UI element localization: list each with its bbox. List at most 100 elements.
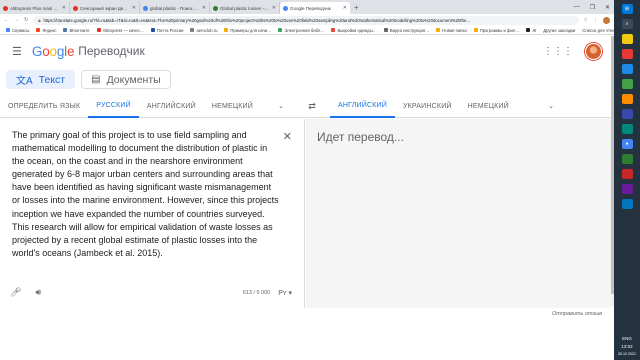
bookmark-folder[interactable]: Другие закладки [543,28,575,33]
back-icon[interactable]: ← [4,17,9,23]
app-icon-5[interactable] [621,109,633,119]
tab-close-icon[interactable]: ✕ [132,5,136,11]
app-icon-7[interactable] [621,154,633,164]
app-icon-3[interactable] [621,79,633,89]
clear-text-icon[interactable]: ✕ [283,130,292,143]
source-panel: The primary goal of this project is to u… [0,119,305,308]
system-tray: ENG 13:02 25.12.2021 [614,336,640,356]
source-textarea[interactable]: The primary goal of this project is to u… [12,129,280,260]
bookmark-item[interactable]: Почта России [150,28,183,33]
app-icon-1[interactable] [621,49,633,59]
tab-favicon-icon [3,5,8,11]
app-icon-6[interactable] [621,124,633,134]
source-more-chevron-icon[interactable]: ⌄ [268,102,294,110]
bookmark-item[interactable]: Примеры для начи… [224,28,271,33]
apps-grid-icon[interactable]: ⋮⋮⋮ [543,46,573,57]
source-lang-detect[interactable]: ОПРЕДЕЛИТЬ ЯЗЫК [0,95,88,118]
browser-tab[interactable]: Global plastic losses – Marine D…✕ [210,2,280,14]
lock-icon: 🔒︎ [38,17,41,23]
bookmark-item[interactable]: Яндекс [36,28,56,33]
new-tab-button[interactable]: + [350,2,363,14]
app-icon-10[interactable] [621,199,633,209]
target-lang-german[interactable]: НЕМЕЦКИЙ [460,95,517,118]
speaker-icon[interactable]: 🔊︎ [35,287,41,298]
bookmark-item[interactable]: Видео инструкция… [383,27,430,33]
app-icon-8[interactable] [621,169,633,179]
bookmark-item[interactable]: aeroclub.ru [190,28,217,33]
language-indicator[interactable]: ENG [622,336,632,341]
star-icon[interactable]: ☆ [584,17,588,23]
browser-tab[interactable]: Google Переводчик ✕ [280,2,350,14]
bookmark-label: Выкройки одежды… [337,27,377,33]
bookmark-label: Примеры для начи… [230,27,272,33]
forward-icon[interactable]: → [14,17,19,23]
extensions-icon[interactable]: ⋮ [593,17,598,23]
address-bar[interactable]: 🔒︎ https://translate.google.ru/?hl=ru&ta… [33,15,579,25]
browser-tabstrip: AliExpress Plus main page ✕ Сенсорный экра… [0,0,614,14]
send-feedback-link[interactable]: Отправить отзыв [552,311,602,317]
bookmark-favicon-icon [278,28,283,32]
chrome-icon[interactable]: ● [621,139,633,149]
source-lang-german[interactable]: НЕМЕЦКИЙ [204,95,261,118]
search-icon[interactable]: ⌕ [621,19,633,29]
bookmark-item[interactable]: AliExpress — качес… [96,27,144,33]
bookmark-item[interactable]: Сервисы [6,28,29,33]
text-mode-button[interactable]: 文A Текст [6,70,76,89]
start-icon[interactable]: ⊞ [621,4,633,14]
maximize-icon[interactable]: ❐ [590,4,595,11]
source-lang-english[interactable]: АНГЛИЙСКИЙ [139,95,204,118]
bookmark-item[interactable]: Программы и фил… [473,27,520,33]
clock-date[interactable]: 25.12.2021 [618,352,636,356]
tab-close-icon[interactable]: ✕ [202,5,206,11]
app-icon-4[interactable] [621,94,633,104]
bookmark-item[interactable]: ВКонтакте [63,27,90,33]
tab-title: Google Переводчик [290,5,331,11]
google-logo[interactable]: Google [32,44,75,59]
target-lang-ukrainian[interactable]: УКРАИНСКИЙ [395,95,460,118]
microphone-icon[interactable]: 🎤︎ [10,287,21,298]
windows-taskbar: ⊞ ⌕ ● ENG 13:02 25.12.2021 [614,0,640,360]
app-icon-9[interactable] [621,184,633,194]
bookmark-label: Видео инструкция… [389,27,430,33]
bookmark-label: Программы и фил… [479,27,520,33]
tab-close-icon[interactable]: ✕ [343,5,347,11]
bookmark-label: ВКонтакте [69,27,90,33]
bookmark-item[interactable]: Выкройки одежды… [331,27,377,33]
target-lang-english[interactable]: АНГЛИЙСКИЙ [330,95,395,118]
swap-languages-icon[interactable]: ⇄ [294,101,330,112]
app-icon-2[interactable] [621,64,633,74]
bookmark-label: Ж [532,27,537,33]
clock-time[interactable]: 13:02 [621,344,632,349]
documents-mode-button[interactable]: ▤ Документы [81,70,171,89]
target-more-chevron-icon[interactable]: ⌄ [538,102,564,110]
source-lang-russian[interactable]: РУССКИЙ [88,95,139,118]
bookmark-item[interactable]: Электронная библ… [278,28,324,33]
tab-close-icon[interactable]: ✕ [62,5,66,11]
source-footer: 🎤︎ 🔊︎ 613 / 5 000 Рʏ ▾ [10,287,292,298]
bookmark-folder[interactable]: Список для чтения [582,28,614,33]
documents-mode-label: Документы [106,73,161,86]
language-bar: ОПРЕДЕЛИТЬ ЯЗЫК РУССКИЙ АНГЛИЙСКИЙ НЕМЕЦ… [0,95,611,118]
bookmark-label: Новая папка [442,27,467,33]
menu-icon[interactable]: ☰ [12,45,22,58]
bookmark-favicon-icon [383,28,388,32]
keyboard-input-icon[interactable]: Рʏ ▾ [278,289,292,297]
explorer-icon[interactable] [621,34,633,44]
bookmark-item[interactable]: Ж [526,28,536,33]
bookmark-item[interactable]: Новая папка [436,27,467,33]
tab-title: global plastic - Поиск в Google [150,5,200,11]
bookmark-favicon-icon [150,28,155,32]
browser-tab[interactable]: AliExpress Plus main page ✕ [0,2,70,14]
profile-avatar[interactable] [603,16,610,24]
close-window-icon[interactable]: ✕ [605,4,610,11]
tab-favicon-icon [143,5,148,11]
reload-icon[interactable]: ↻ [24,17,28,23]
account-avatar[interactable] [585,42,602,60]
tab-close-icon[interactable]: ✕ [272,5,276,11]
tab-title: Сенсорный экран два USB-по… [80,5,130,11]
browser-tab[interactable]: global plastic - Поиск в Google✕ [140,2,210,14]
tab-favicon-icon [73,5,78,11]
minimize-icon[interactable]: — [574,4,580,10]
browser-tab[interactable]: Сенсорный экран два USB-по…✕ [70,2,140,14]
bookmark-label: AliExpress — качес… [102,27,144,33]
